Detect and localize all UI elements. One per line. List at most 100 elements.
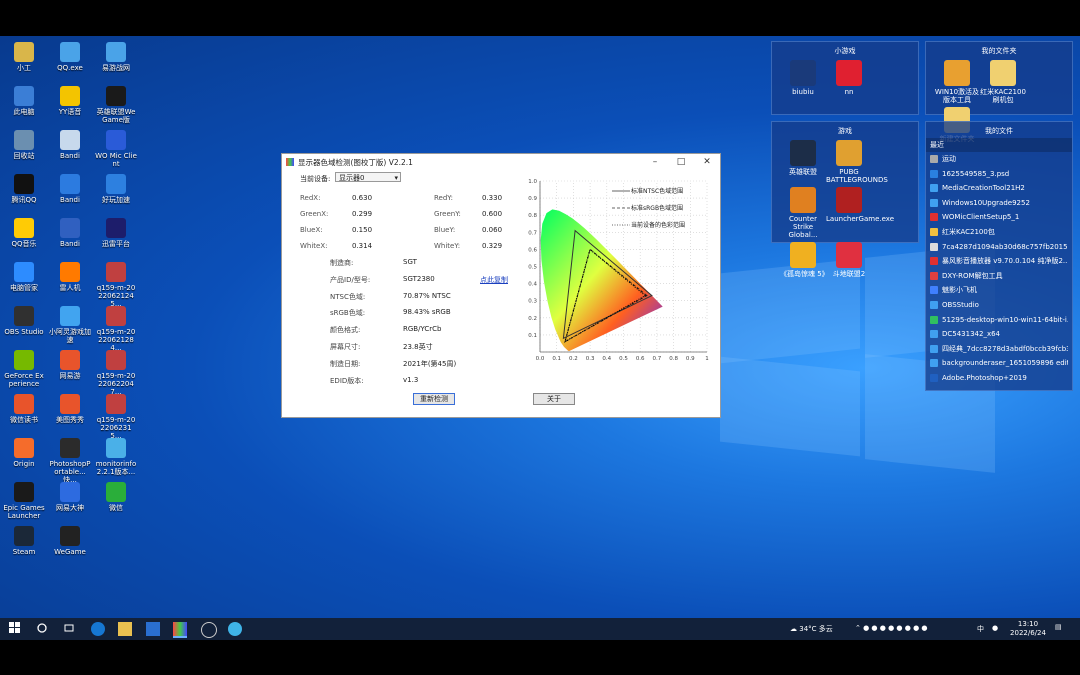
file-item[interactable]: DC5431342_x64	[930, 327, 1068, 342]
file-item[interactable]: 魅影小飞机	[930, 283, 1068, 298]
desktop-icon[interactable]: q159-m-20220622047...	[95, 350, 137, 396]
title-bar[interactable]: 显示器色域检测(图校丁版) V2.2.1 – □ ✕	[282, 154, 720, 170]
desktop-icon[interactable]: 小工	[3, 42, 45, 72]
browser-icon[interactable]	[228, 622, 242, 636]
panel-app[interactable]: 《孤岛惊魂 5》	[780, 242, 829, 278]
desktop-icon[interactable]: OBS Studio	[3, 306, 45, 336]
desktop-icon[interactable]: 美图秀秀	[49, 394, 91, 424]
panel-app[interactable]: 红米KAC2100刷机包	[980, 60, 1026, 104]
tray-icons[interactable]: ⌃ ● ● ● ● ● ● ● ●	[855, 624, 928, 632]
close-icon[interactable]: ✕	[694, 157, 720, 167]
panel-app[interactable]: LauncherGame.exe	[826, 187, 894, 239]
file-item[interactable]: 7ca4287d1094ab30d68c757fb20152	[930, 240, 1068, 255]
search-icon[interactable]	[36, 622, 50, 636]
file-item[interactable]: WOMicClientSetup5_1	[930, 210, 1068, 225]
desktop-icon[interactable]: 雷人机	[49, 262, 91, 292]
file-item[interactable]: 四经典_7dcc8278d3abdf0bccb39fcb3...	[930, 342, 1068, 357]
clock-time: 13:10	[1017, 620, 1039, 628]
desktop-icon[interactable]: 小阿灵游戏加速	[49, 306, 91, 344]
file-name: 51295-desktop-win10-win11-64bit-i...	[942, 315, 1068, 324]
panel-app[interactable]: nn	[826, 60, 872, 96]
y-tick-label: 0.5	[528, 265, 537, 271]
start-icon[interactable]	[9, 622, 23, 636]
panel-app[interactable]: WIN10激活及版本工具	[934, 60, 980, 104]
desktop-icon[interactable]: 电脑管家	[3, 262, 45, 292]
file-item[interactable]: backgrounderaser_1651059896 edit...	[930, 356, 1068, 371]
gamut-app-taskbar-icon[interactable]	[173, 622, 187, 638]
notification-icon[interactable]: ▤	[1055, 623, 1062, 631]
monitor-app-icon[interactable]	[201, 622, 217, 638]
panel-app[interactable]: 斗地联盟2	[826, 242, 872, 278]
desktop-icon[interactable]: q159-m-2022062315...	[95, 394, 137, 440]
app-icon-1[interactable]	[146, 622, 160, 636]
desktop-icon[interactable]: 此电脑	[3, 86, 45, 116]
file-name: 魅影小飞机	[942, 286, 977, 295]
desktop-icon[interactable]: 微信	[95, 482, 137, 512]
file-item[interactable]: 运动	[930, 152, 1068, 167]
file-item[interactable]: 51295-desktop-win10-win11-64bit-i...	[930, 313, 1068, 328]
desktop-icon[interactable]: Epic Games Launcher	[3, 482, 45, 520]
x-tick-label: 0.5	[619, 356, 628, 362]
desktop-icon[interactable]: q159-m-20220621245...	[95, 262, 137, 308]
desktop-icon[interactable]: Origin	[3, 438, 45, 468]
file-item[interactable]: Windows10Upgrade9252	[930, 196, 1068, 211]
app-icon	[790, 60, 816, 86]
edge-icon[interactable]	[91, 622, 105, 636]
panel-app-label: 《孤岛惊魂 5》	[780, 270, 829, 278]
desktop-icon[interactable]: 回收站	[3, 130, 45, 160]
app-icon	[60, 350, 80, 370]
file-item[interactable]: 暴风影音播放器 v9.70.0.104 纯净版2...	[930, 254, 1068, 269]
desktop-icon[interactable]: PhotoshopPortable...快...	[49, 438, 91, 484]
device-select[interactable]: 显示器0 ▾	[335, 172, 401, 182]
file-item[interactable]: OBSStudio	[930, 298, 1068, 313]
about-button[interactable]: 关于	[533, 393, 575, 405]
desktop-icon[interactable]: Bandi	[49, 174, 91, 204]
x-tick-label: 0.6	[636, 356, 645, 362]
coord-label: RedX:	[300, 194, 321, 202]
file-explorer-icon[interactable]	[118, 622, 132, 636]
maximize-icon[interactable]: □	[668, 157, 694, 167]
panel-folder: 我的文件夹 WIN10激活及版本工具红米KAC2100刷机包新建文件夹	[925, 41, 1073, 143]
x-tick-label: 0.0	[536, 356, 545, 362]
recheck-button[interactable]: 重新检测	[413, 393, 455, 405]
file-item[interactable]: 1625549585_3.psd	[930, 167, 1068, 182]
tray-app-icon[interactable]: ●	[992, 624, 998, 632]
desktop-icon[interactable]: 迅雷平台	[95, 218, 137, 248]
desktop-icon[interactable]: q159-m-20220621284...	[95, 306, 137, 352]
desktop-icon[interactable]: Bandi	[49, 218, 91, 248]
desktop-icon[interactable]: Steam	[3, 526, 45, 556]
file-item[interactable]: MediaCreationTool21H2	[930, 181, 1068, 196]
desktop-icon-label: OBS Studio	[4, 328, 44, 336]
desktop-icon[interactable]: 网易游	[49, 350, 91, 380]
file-name: Windows10Upgrade9252	[942, 198, 1030, 207]
desktop-icon[interactable]: Bandi	[49, 130, 91, 160]
ime-indicator[interactable]: 中	[977, 624, 984, 634]
copy-link[interactable]: 点此复制	[480, 275, 508, 285]
desktop-icon[interactable]: WO Mic Client	[95, 130, 137, 168]
file-item[interactable]: 红米KAC2100包	[930, 225, 1068, 240]
file-item[interactable]: Adobe.Photoshop+2019	[930, 371, 1068, 386]
file-name: DXY-ROM解包工具	[942, 271, 1003, 280]
panel-app[interactable]: biubiu	[780, 60, 826, 96]
panel-app[interactable]: 英雄联盟	[780, 140, 826, 184]
panel-app[interactable]: PUBG BATTLEGROUNDS	[826, 140, 888, 184]
desktop-icon[interactable]: GeForce Experience	[3, 350, 45, 388]
clock[interactable]: 13:10 2022/6/24	[1008, 620, 1048, 638]
desktop-icon[interactable]: 微信读书	[3, 394, 45, 424]
desktop-icon[interactable]: WeGame	[49, 526, 91, 556]
desktop-icon[interactable]: 易游战网	[95, 42, 137, 72]
desktop-icon[interactable]: monitorinfo 2.2.1版本...	[95, 438, 137, 476]
x-tick-label: 0.1	[552, 356, 561, 362]
desktop-icon[interactable]: 网易大神	[49, 482, 91, 512]
task-view-icon[interactable]	[63, 622, 77, 636]
minimize-icon[interactable]: –	[642, 157, 668, 167]
desktop-icon[interactable]: 英雄联盟WeGame版	[95, 86, 137, 124]
desktop-icon[interactable]: YY语音	[49, 86, 91, 116]
desktop-icon[interactable]: QQ.exe	[49, 42, 91, 72]
weather[interactable]: ☁ 34°C 多云	[790, 624, 833, 634]
panel-app[interactable]: Counter Strike Global...	[780, 187, 826, 239]
file-item[interactable]: DXY-ROM解包工具	[930, 269, 1068, 284]
desktop-icon[interactable]: 好玩加速	[95, 174, 137, 204]
desktop-icon[interactable]: 腾讯QQ	[3, 174, 45, 204]
desktop-icon[interactable]: QQ音乐	[3, 218, 45, 248]
